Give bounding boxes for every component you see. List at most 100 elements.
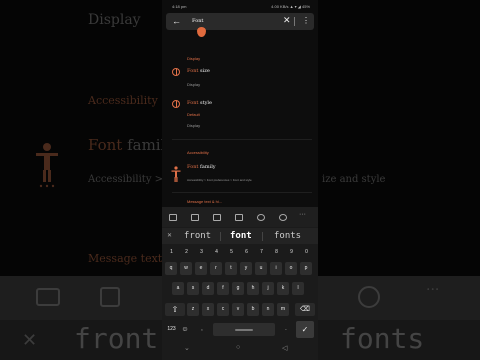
key-b[interactable]: b [247,303,259,316]
bg-path-tail: ize and style [322,174,386,185]
bg-suggestion-left: front [74,322,159,355]
keyboard-toolbar: ··· [162,207,318,227]
bg-gif-icon [36,288,60,306]
bg-path-text: Accessibility > Font preferences > Font … [88,174,162,185]
search-input[interactable]: Font [192,18,203,24]
key-d[interactable]: d [202,282,214,295]
search-divider [294,17,295,26]
result-font-family-sub: Accessibility > Font preferences > Font … [187,178,252,182]
key-h[interactable]: h [247,282,259,295]
text-cursor-handle[interactable] [197,27,206,37]
suggestion-center[interactable]: font [230,231,252,241]
key-m[interactable]: m [277,303,289,316]
key-f[interactable]: f [217,282,229,295]
nav-back-icon[interactable]: ◁ [282,344,287,352]
suggestion-right[interactable]: fonts [274,231,301,241]
key-k[interactable]: k [277,282,289,295]
key-5[interactable]: 5 [224,247,239,257]
result-font-style[interactable]: Font style [187,100,212,106]
key-8[interactable]: 8 [269,247,284,257]
key-0[interactable]: 0 [299,247,314,257]
suggestion-strip: ✕ front font fonts [162,228,318,244]
status-time: 4:18 pm [172,4,187,9]
nav-home-icon[interactable]: ○ [236,344,240,351]
key-l[interactable]: l [292,282,304,295]
section-message-text: Message text & hi... [187,199,223,204]
bg-accessibility-text: Accessibility [88,94,158,107]
key-i[interactable]: i [270,262,282,275]
key-g[interactable]: g [232,282,244,295]
info-icon[interactable] [279,214,287,221]
key-u[interactable]: u [255,262,267,275]
key-a[interactable]: a [172,282,184,295]
settings-search-bar[interactable]: ← Font ✕ ⋮ [166,13,314,30]
key-w[interactable]: w [180,262,192,275]
more-options-icon[interactable]: ⋮ [302,15,310,26]
suggestion-left[interactable]: front [184,231,211,241]
key-9[interactable]: 9 [284,247,299,257]
close-suggestions-icon[interactable]: ✕ [167,232,172,239]
status-indicators: 4.00 KB/s ▲ ▾ ◢ 45% [271,4,310,9]
number-row: 1 2 3 4 5 6 7 8 9 0 [162,247,318,257]
result-font-size[interactable]: Font size [187,68,210,74]
shift-key[interactable]: ⇧ [165,303,185,316]
bg-accessibility-icon [36,143,58,188]
period-key[interactable]: . [279,323,293,336]
key-p[interactable]: p [300,262,312,275]
key-o[interactable]: o [285,262,297,275]
key-q[interactable]: q [165,262,177,275]
key-v[interactable]: v [232,303,244,316]
more-icon[interactable]: ··· [299,211,306,218]
translate-icon[interactable] [213,214,221,221]
bg-more-icon: ··· [426,282,440,298]
back-arrow-icon[interactable]: ← [172,16,181,26]
symbols-key[interactable]: 123 [165,323,178,336]
space-bar[interactable] [213,323,275,336]
section-display: Display [187,56,201,61]
keyboard: ··· ✕ front font fonts 1 2 3 4 5 6 7 8 9… [162,207,318,360]
navigation-bar: ⌄ ○ ◁ [162,342,318,360]
result-font-family[interactable]: Font family [187,164,216,170]
key-y[interactable]: y [240,262,252,275]
space-indicator [235,329,253,331]
clipboard-icon[interactable] [191,214,199,221]
bg-clipboard-icon [100,287,120,307]
divider [172,192,312,193]
key-6[interactable]: 6 [239,247,254,257]
accessibility-icon [171,166,181,182]
key-e[interactable]: e [195,262,207,275]
bg-message-text: Message text [88,252,163,265]
gif-icon[interactable] [169,214,177,221]
result-font-style-value: Default [187,112,200,117]
key-2[interactable]: 2 [179,247,194,257]
emoji-key[interactable]: ☺ [179,323,191,336]
phone-screen: 4:18 pm 4.00 KB/s ▲ ▾ ◢ 45% ← Font ✕ ⋮ D… [162,0,318,360]
font-style-icon [172,100,180,108]
key-1[interactable]: 1 [164,247,179,257]
key-x[interactable]: x [202,303,214,316]
key-t[interactable]: t [225,262,237,275]
key-4[interactable]: 4 [209,247,224,257]
backspace-key[interactable]: ⌫ [295,303,315,316]
result-font-style-sub: Display [187,123,201,128]
key-n[interactable]: n [262,303,274,316]
key-7[interactable]: 7 [254,247,269,257]
grid-icon[interactable] [235,214,243,221]
comma-key[interactable]: , [195,323,209,336]
key-c[interactable]: c [217,303,229,316]
clear-icon[interactable]: ✕ [283,15,291,26]
nav-collapse-icon[interactable]: ⌄ [184,344,190,352]
key-3[interactable]: 3 [194,247,209,257]
bg-info-icon [358,286,380,308]
key-s[interactable]: s [187,282,199,295]
palette-icon[interactable] [257,214,265,221]
suggestion-divider [262,232,263,241]
key-r[interactable]: r [210,262,222,275]
bg-suggestion-right: fonts [340,322,425,355]
key-z[interactable]: z [187,303,199,316]
divider [172,139,312,140]
font-size-icon [172,68,180,76]
key-j[interactable]: j [262,282,274,295]
enter-key[interactable]: ✓ [296,321,314,338]
bg-close-icon: ✕ [22,330,38,351]
